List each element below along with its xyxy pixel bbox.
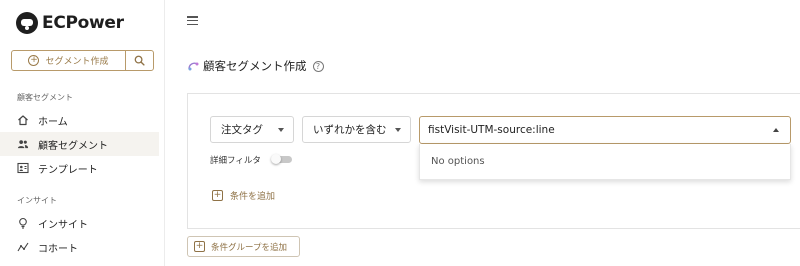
operator-select[interactable]: いずれかを含む xyxy=(302,116,411,143)
lightbulb-icon xyxy=(17,217,29,229)
cohort-icon xyxy=(17,241,29,253)
create-segment-label: セグメント作成 xyxy=(45,57,109,67)
chevron-up-icon[interactable] xyxy=(773,128,779,132)
chevron-down-icon xyxy=(395,128,401,132)
sidebar-section-insight: インサイト xyxy=(17,196,57,205)
page-header: 顧客セグメント作成 ? xyxy=(187,57,324,75)
field-select-value: 注文タグ xyxy=(221,124,263,136)
operator-select-value: いずれかを含む xyxy=(313,124,387,136)
add-condition-label: 条件を追加 xyxy=(230,192,276,202)
condition-value-text: fistVisit-UTM-source:line xyxy=(428,124,555,136)
help-icon[interactable]: ? xyxy=(312,60,324,72)
add-group-icon: + xyxy=(194,241,205,252)
plus-circle-icon: + xyxy=(28,55,40,66)
sidebar-item-label: コホート xyxy=(38,243,78,255)
create-segment-button[interactable]: + セグメント作成 xyxy=(12,51,126,70)
sidebar-item-insight[interactable]: インサイト xyxy=(0,211,159,235)
field-select[interactable]: 注文タグ xyxy=(210,116,294,143)
detail-filter-toggle[interactable] xyxy=(271,154,293,164)
template-icon xyxy=(17,162,29,174)
ecpower-logo-icon xyxy=(16,12,38,34)
sidebar-item-label: テンプレート xyxy=(38,164,98,176)
sidebar-item-customer-segment[interactable]: 顧客セグメント xyxy=(0,132,159,156)
chevron-down-icon xyxy=(278,128,284,132)
search-icon xyxy=(134,55,145,66)
segment-search-button[interactable] xyxy=(126,51,153,70)
detail-filter-label: 詳細フィルタ xyxy=(210,156,261,166)
sidebar-section-customer: 顧客セグメント xyxy=(17,93,73,102)
sidebar: ECPower + セグメント作成 顧客セグメント ホーム 顧客セグメント テン… xyxy=(0,0,165,266)
sidebar-item-template[interactable]: テンプレート xyxy=(0,156,159,180)
brand-logo[interactable]: ECPower xyxy=(16,10,124,36)
autocomplete-dropdown: No options xyxy=(419,144,791,180)
sidebar-item-cohort[interactable]: コホート xyxy=(0,235,159,259)
no-options-message: No options xyxy=(431,156,485,167)
segment-create-icon xyxy=(188,62,199,71)
add-condition-group-button[interactable]: + 条件グループを追加 xyxy=(187,236,300,257)
segment-create-group: + セグメント作成 xyxy=(11,50,154,71)
menu-toggle-icon[interactable] xyxy=(187,16,198,25)
page-title: 顧客セグメント作成 xyxy=(203,59,307,73)
sidebar-item-label: 顧客セグメント xyxy=(38,140,108,152)
add-condition-button[interactable]: + 条件を追加 xyxy=(212,189,275,202)
sidebar-item-label: インサイト xyxy=(38,219,88,231)
brand-name: ECPower xyxy=(42,13,124,33)
add-group-label: 条件グループを追加 xyxy=(211,242,287,253)
home-icon xyxy=(17,114,29,126)
users-icon xyxy=(17,138,29,150)
sidebar-item-label: ホーム xyxy=(38,116,68,128)
add-square-icon: + xyxy=(212,190,223,201)
condition-value-input[interactable]: fistVisit-UTM-source:line xyxy=(419,116,791,144)
sidebar-item-home[interactable]: ホーム xyxy=(0,108,159,132)
